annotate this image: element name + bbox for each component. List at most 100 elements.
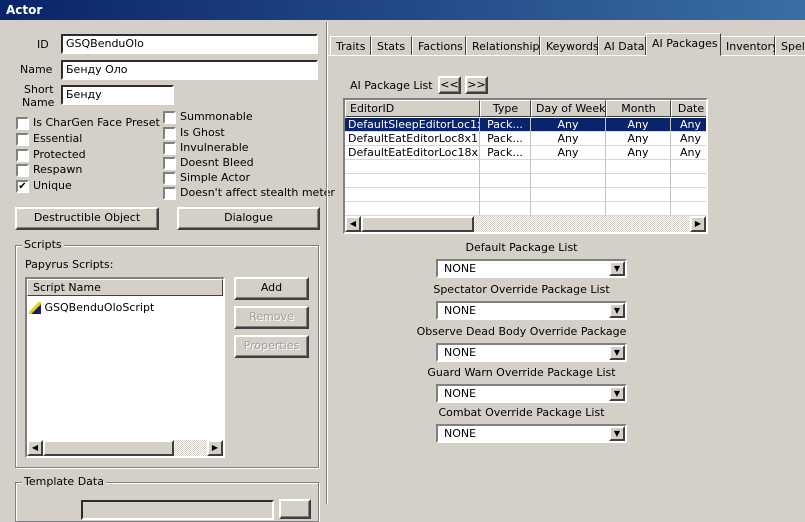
table-cell [671,174,706,188]
ai-package-table[interactable]: EditorID Type Day of Week Month Date Default… [343,98,708,234]
scroll-left-icon[interactable]: ◀ [345,216,361,232]
checkbox-2[interactable] [16,149,29,162]
table-cell [531,188,606,202]
checkbox-label: Protected [33,148,86,161]
checkbox-0[interactable] [16,117,29,130]
scroll-left-icon[interactable]: ◀ [27,440,43,456]
template-button[interactable] [279,499,311,519]
checkbox-right-0[interactable] [163,111,176,124]
table-cell [606,160,671,174]
combo-label: Observe Dead Body Override Package [416,325,627,338]
checkbox-right-2[interactable] [163,142,176,155]
checkbox-right-5[interactable] [163,187,176,200]
name-input[interactable]: Бенду Оло [61,60,318,80]
table-cell: Any [531,146,606,160]
table-row[interactable] [345,188,706,202]
table-cell [606,188,671,202]
checkbox-label: Simple Actor [180,171,251,184]
tab-relationships[interactable]: Relationships [466,36,545,56]
destructible-object-button[interactable]: Destructible Object [15,207,159,230]
tab-inventory[interactable]: Inventory [720,36,779,56]
ai-table-hscrollbar[interactable]: ◀ ▶ [345,216,706,232]
table-row[interactable]: DefaultEatEditorLoc8x1 Pack... Any Any Any [345,132,706,146]
table-row[interactable] [345,174,706,188]
chevron-down-icon[interactable]: ▼ [609,345,625,360]
table-row[interactable]: DefaultSleepEditorLoc1x8 Pack... Any Any Any [345,118,706,132]
tab-panel-border [328,55,805,56]
tab-traits[interactable]: Traits [330,36,371,56]
column-header-editorid[interactable]: EditorID [345,100,480,117]
table-row[interactable] [345,160,706,174]
short-name-input[interactable]: Бенду [61,85,174,105]
package-list-dropdown[interactable]: NONE ▼ [436,343,627,362]
combo-label: Spectator Override Package List [433,283,610,296]
checkbox-label: Doesn't affect stealth meter [180,186,335,199]
tab-keywords[interactable]: Keywords [540,36,599,56]
dialogue-button[interactable]: Dialogue [177,207,320,230]
chevron-down-icon[interactable]: ▼ [609,386,625,401]
table-cell: DefaultEatEditorLoc8x1 [345,132,480,146]
table-cell [480,160,531,174]
package-list-dropdown[interactable]: NONE ▼ [436,384,627,403]
table-cell [345,160,480,174]
scripts-list[interactable]: Script Name GSQBenduOloScript ◀ ▶ [25,277,225,458]
table-cell: DefaultSleepEditorLoc1x8 [345,118,480,132]
id-input[interactable]: GSQBenduOlo [61,34,318,54]
column-header-month[interactable]: Month [606,100,671,117]
table-cell: Pack... [480,132,531,146]
table-cell [480,202,531,216]
script-icon [29,302,41,314]
script-item[interactable]: GSQBenduOloScript [29,301,154,314]
table-row[interactable] [345,202,706,216]
ai-package-list-label: AI Package List [350,79,433,92]
window-title-bar: Actor [0,0,805,20]
dropdown-value: NONE [444,262,477,275]
next-package-button[interactable]: >> [465,76,488,94]
scroll-right-icon[interactable]: ▶ [690,216,706,232]
table-cell: Any [671,146,706,160]
table-cell: Any [606,146,671,160]
package-list-dropdown[interactable]: NONE ▼ [436,424,627,443]
package-list-dropdown[interactable]: NONE ▼ [436,301,627,320]
chevron-down-icon[interactable]: ▼ [609,303,625,318]
checkbox-right-1[interactable] [163,127,176,140]
table-cell [345,188,480,202]
table-cell [480,188,531,202]
papyrus-scripts-label: Papyrus Scripts: [25,258,114,271]
checkbox-3[interactable] [16,164,29,177]
table-row[interactable]: DefaultEatEditorLoc18x1 Pack... Any Any Any [345,146,706,160]
tab-ai-data[interactable]: AI Data [598,36,646,56]
prev-package-button[interactable]: << [438,76,461,94]
tab-ai-packages[interactable]: AI Packages [646,33,721,56]
column-header-day-of-week[interactable]: Day of Week [531,100,606,117]
checkbox-4[interactable]: ✔ [16,180,29,193]
scroll-thumb[interactable] [43,440,174,456]
table-cell: Any [671,132,706,146]
chevron-down-icon[interactable]: ▼ [609,261,625,276]
checkbox-label: Unique [33,179,72,192]
table-cell: Any [531,132,606,146]
checkbox-1[interactable] [16,133,29,146]
add-script-button[interactable]: Add [234,277,309,300]
scripts-hscrollbar[interactable]: ◀ ▶ [27,440,223,456]
checkbox-right-3[interactable] [163,157,176,170]
remove-script-button[interactable]: Remove [234,306,309,329]
template-input[interactable] [81,500,274,520]
table-cell [606,174,671,188]
checkbox-right-4[interactable] [163,172,176,185]
scroll-right-icon[interactable]: ▶ [207,440,223,456]
tab-spell[interactable]: Spell [775,36,805,56]
chevron-down-icon[interactable]: ▼ [609,426,625,441]
properties-button[interactable]: Properties [234,335,309,358]
combo-label: Combat Override Package List [438,406,605,419]
column-header-type[interactable]: Type [480,100,531,117]
script-name-header[interactable]: Script Name [27,279,223,296]
short-name-label-2: Name [22,96,55,109]
tab-factions[interactable]: Factions [412,36,466,56]
column-header-date[interactable]: Date [671,100,706,117]
table-cell [345,174,480,188]
package-list-dropdown[interactable]: NONE ▼ [436,259,627,278]
tab-stats[interactable]: Stats [371,36,412,56]
table-cell: Pack... [480,118,531,132]
scroll-thumb[interactable] [361,216,474,232]
